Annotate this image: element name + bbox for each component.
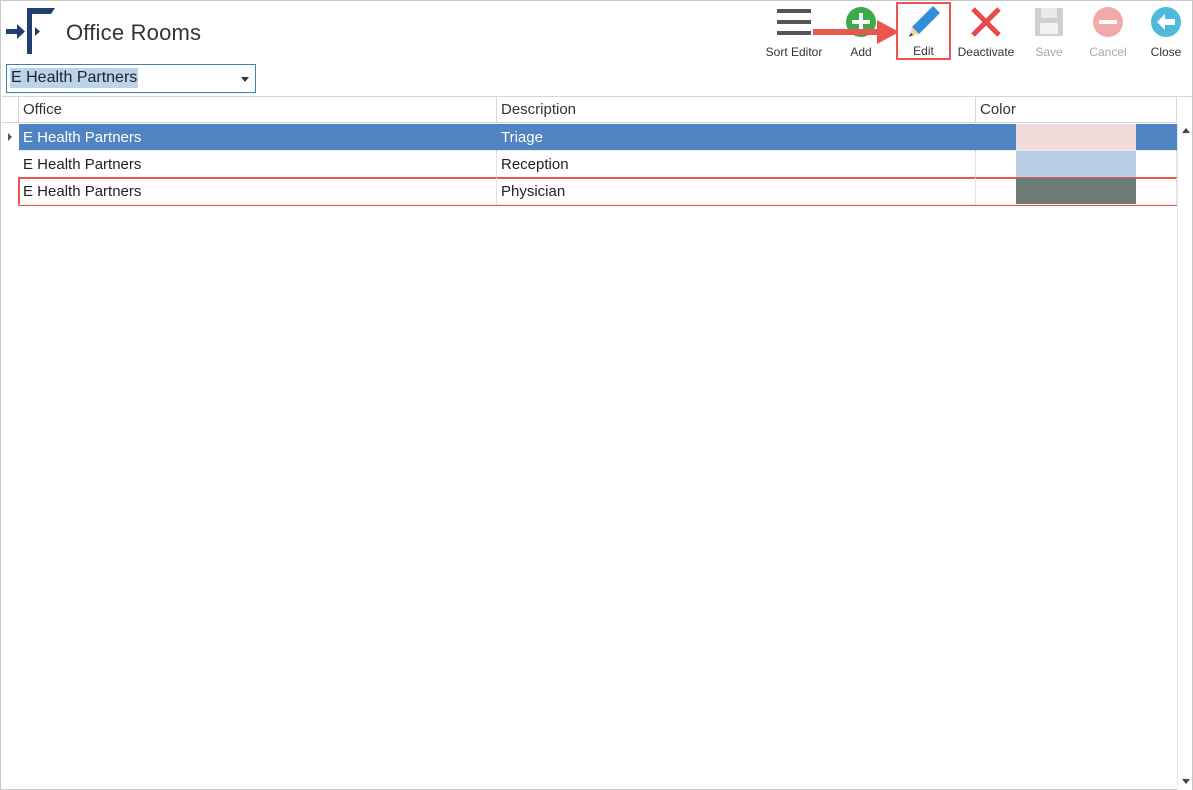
close-button[interactable]: Close (1144, 3, 1188, 61)
row-indicator-header (2, 97, 19, 123)
description-cell[interactable]: Reception (497, 151, 976, 178)
scroll-up-icon[interactable] (1182, 128, 1190, 133)
office-cell[interactable]: E Health Partners (19, 124, 497, 151)
color-cell[interactable] (976, 124, 1177, 151)
sort-editor-label: Sort Editor (765, 45, 823, 59)
save-label: Save (1035, 45, 1063, 59)
cancel-label: Cancel (1089, 45, 1127, 59)
column-header-color[interactable]: Color (976, 97, 1177, 123)
arrow-left-circle-icon (1146, 3, 1186, 41)
deactivate-button[interactable]: Deactivate (955, 3, 1017, 61)
office-dropdown-value: E Health Partners (10, 68, 139, 88)
color-cell[interactable] (976, 151, 1177, 178)
edit-label: Edit (913, 44, 934, 58)
page-title: Office Rooms (66, 20, 202, 45)
cancel-button[interactable]: Cancel (1085, 3, 1131, 61)
deactivate-label: Deactivate (957, 45, 1015, 59)
color-swatch (1016, 178, 1136, 204)
office-dropdown[interactable]: E Health Partners (6, 64, 256, 93)
color-cell[interactable] (976, 178, 1177, 205)
color-swatch (1016, 151, 1136, 177)
column-header-description[interactable]: Description (497, 97, 976, 123)
current-row-indicator-icon (8, 133, 12, 141)
description-cell[interactable]: Triage (497, 124, 976, 151)
add-label: Add (850, 45, 872, 59)
annotation-arrow-icon (813, 20, 899, 44)
column-header-office[interactable]: Office (19, 97, 497, 123)
office-cell[interactable]: E Health Partners (19, 151, 497, 178)
table-row[interactable]: E Health Partners Reception (19, 151, 1177, 178)
description-cell[interactable]: Physician (497, 178, 976, 205)
pencil-icon (904, 4, 944, 40)
edit-button[interactable]: Edit (896, 2, 951, 60)
office-rooms-grid: Office Description Color E Health Partne… (2, 96, 1192, 790)
office-cell[interactable]: E Health Partners (19, 178, 497, 205)
chevron-down-icon[interactable] (241, 77, 249, 82)
save-button[interactable]: Save (1029, 3, 1069, 61)
close-label: Close (1150, 45, 1182, 59)
table-row[interactable]: E Health Partners Physician (18, 177, 1178, 206)
minus-circle-icon (1088, 3, 1128, 41)
app-logo-icon (6, 8, 55, 54)
color-swatch (1016, 124, 1136, 150)
x-icon (966, 3, 1006, 41)
vertical-scrollbar[interactable] (1177, 124, 1192, 790)
scroll-down-icon[interactable] (1182, 779, 1190, 784)
hamburger-icon (774, 3, 814, 41)
office-rooms-window: Office Rooms Sort Editor Add Edit Deacti… (0, 0, 1193, 790)
floppy-disk-icon (1029, 3, 1069, 41)
table-row[interactable]: E Health Partners Triage (19, 124, 1177, 151)
